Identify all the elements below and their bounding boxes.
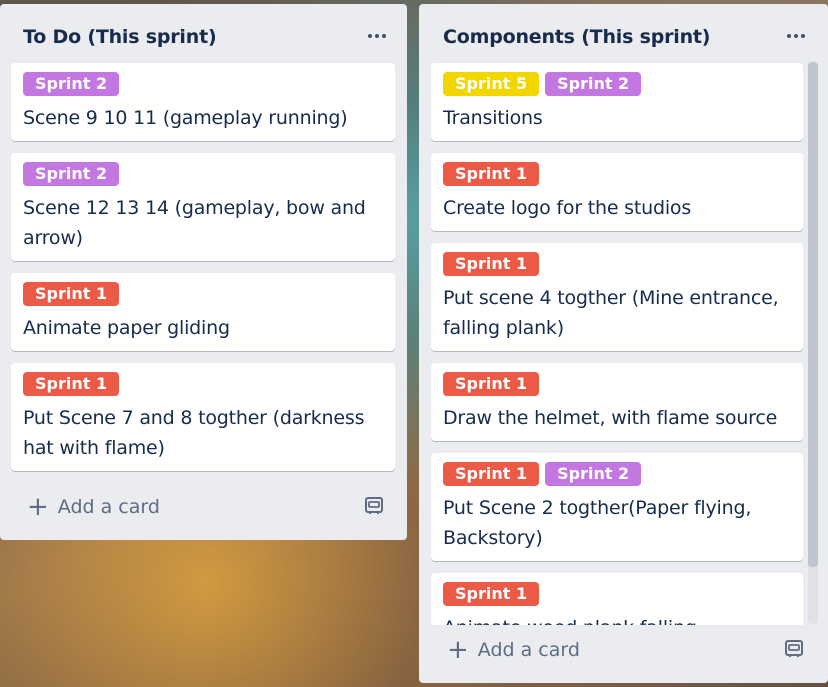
card-title: Create logo for the studios <box>443 197 692 219</box>
add-card-button[interactable]: + Add a card <box>447 635 580 665</box>
label-sprint-2[interactable]: Sprint 2 <box>23 162 120 186</box>
label-sprint-2[interactable]: Sprint 2 <box>545 462 642 486</box>
label-sprint-2[interactable]: Sprint 2 <box>545 72 642 96</box>
list-title[interactable]: To Do (This sprint) <box>23 26 217 48</box>
card-labels: Sprint 2 <box>23 162 120 186</box>
card-title: Scene 12 13 14 (gameplay, bow and arrow) <box>23 197 366 249</box>
card[interactable]: Sprint 1 Animate wood plank falling <box>431 573 803 625</box>
card-labels: Sprint 1 <box>443 162 540 186</box>
card-title: Put Scene 2 togther(Paper flying, Backst… <box>443 497 752 549</box>
card-title: Put scene 4 togther (Mine entrance, fall… <box>443 287 779 339</box>
list-menu-icon[interactable] <box>363 26 391 46</box>
label-sprint-1[interactable]: Sprint 1 <box>23 372 120 396</box>
plus-icon: + <box>27 492 49 522</box>
list-components: Components (This sprint) Sprint 5 Sprint… <box>419 4 828 683</box>
label-sprint-5[interactable]: Sprint 5 <box>443 72 540 96</box>
label-sprint-1[interactable]: Sprint 1 <box>23 282 120 306</box>
add-card-button[interactable]: + Add a card <box>27 492 160 522</box>
plus-icon: + <box>447 635 469 665</box>
card-template-icon[interactable] <box>363 494 385 516</box>
card[interactable]: Sprint 2 Scene 12 13 14 (gameplay, bow a… <box>11 153 395 261</box>
label-sprint-1[interactable]: Sprint 1 <box>443 462 540 486</box>
card-title: Animate paper gliding <box>23 317 230 339</box>
card-labels: Sprint 1 <box>443 252 540 276</box>
list-header: Components (This sprint) <box>419 4 828 66</box>
card-labels: Sprint 2 <box>23 72 120 96</box>
scrollbar-track[interactable] <box>808 62 818 624</box>
list-header: To Do (This sprint) <box>0 4 407 66</box>
card[interactable]: Sprint 2 Scene 9 10 11 (gameplay running… <box>11 63 395 141</box>
label-sprint-1[interactable]: Sprint 1 <box>443 372 540 396</box>
add-card-label: Add a card <box>477 639 580 661</box>
card-labels: Sprint 1 <box>443 582 540 606</box>
card-title: Scene 9 10 11 (gameplay running) <box>23 107 348 129</box>
label-sprint-1[interactable]: Sprint 1 <box>443 252 540 276</box>
list-to-do: To Do (This sprint) Sprint 2 Scene 9 10 … <box>0 4 407 540</box>
card[interactable]: Sprint 5 Sprint 2 Transitions <box>431 63 803 141</box>
add-card-label: Add a card <box>57 496 160 518</box>
card-labels: Sprint 1 Sprint 2 <box>443 462 642 486</box>
card[interactable]: Sprint 1 Put Scene 7 and 8 togther (dark… <box>11 363 395 471</box>
card-labels: Sprint 1 <box>23 282 120 306</box>
card-labels: Sprint 1 <box>23 372 120 396</box>
card[interactable]: Sprint 1 Draw the helmet, with flame sou… <box>431 363 803 441</box>
card-labels: Sprint 5 Sprint 2 <box>443 72 642 96</box>
list-menu-icon[interactable] <box>782 26 810 46</box>
card-list: Sprint 5 Sprint 2 Transitions Sprint 1 C… <box>419 62 828 625</box>
scrollbar-thumb[interactable] <box>808 62 818 567</box>
card[interactable]: Sprint 1 Create logo for the studios <box>431 153 803 231</box>
card[interactable]: Sprint 1 Put scene 4 togther (Mine entra… <box>431 243 803 351</box>
label-sprint-1[interactable]: Sprint 1 <box>443 582 540 606</box>
card-title: Animate wood plank falling <box>443 613 793 625</box>
card[interactable]: Sprint 1 Sprint 2 Put Scene 2 togther(Pa… <box>431 453 803 561</box>
card-labels: Sprint 1 <box>443 372 540 396</box>
card-title: Transitions <box>443 107 543 129</box>
label-sprint-1[interactable]: Sprint 1 <box>443 162 540 186</box>
card-title: Draw the helmet, with flame source <box>443 407 778 429</box>
label-sprint-2[interactable]: Sprint 2 <box>23 72 120 96</box>
list-title[interactable]: Components (This sprint) <box>443 26 710 48</box>
card-title: Put Scene 7 and 8 togther (darkness hat … <box>23 407 365 459</box>
card-template-icon[interactable] <box>783 637 805 659</box>
card[interactable]: Sprint 1 Animate paper gliding <box>11 273 395 351</box>
